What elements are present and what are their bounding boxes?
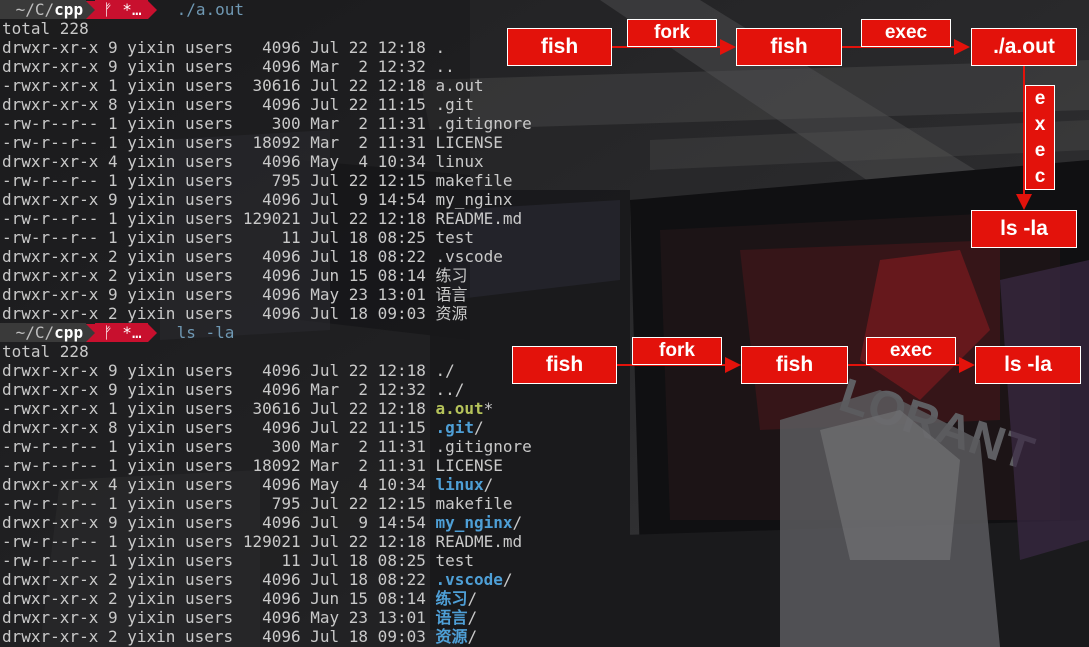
top-exec-label: exec [861, 19, 951, 47]
flow-arrows [612, 39, 1032, 373]
top-fish-child-box: fish [736, 28, 842, 66]
top-fish-box: fish [507, 28, 612, 66]
bottom-lsla-box: ls -la [975, 346, 1081, 384]
top-exec-vertical-label: e x e c [1025, 85, 1055, 190]
exec-letter: e [1034, 139, 1046, 161]
top-lsla-box: ls -la [971, 210, 1077, 248]
bottom-fish-child-box: fish [741, 346, 848, 384]
exec-letter: e [1034, 87, 1046, 109]
exec-letter: x [1034, 113, 1046, 135]
bottom-fork-label: fork [632, 337, 722, 365]
top-fork-label: fork [627, 19, 717, 47]
bottom-fish-box: fish [512, 346, 617, 384]
top-aout-box: ./a.out [971, 28, 1077, 66]
bottom-exec-label: exec [866, 337, 956, 365]
exec-letter: c [1034, 165, 1046, 187]
